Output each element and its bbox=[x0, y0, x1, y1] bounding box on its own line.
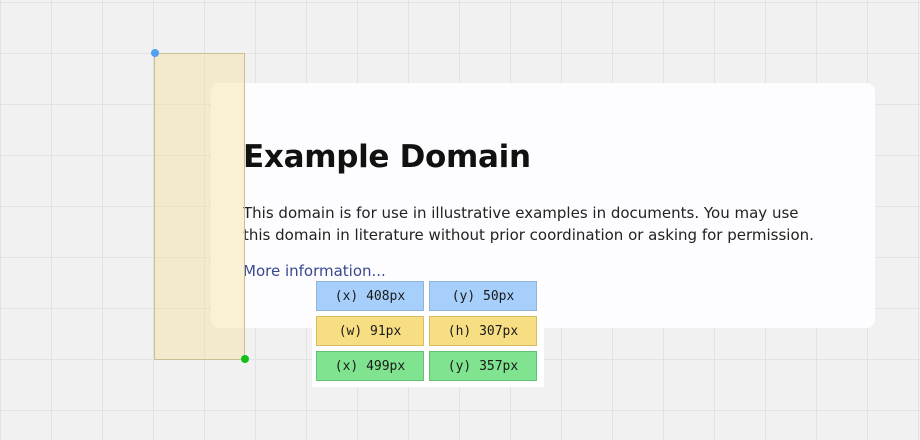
page-description: This domain is for use in illustrative e… bbox=[243, 204, 814, 244]
end-y-readout: (y) 357px bbox=[429, 351, 537, 381]
start-y-readout: (y) 50px bbox=[429, 281, 537, 311]
selection-end-handle[interactable] bbox=[241, 355, 249, 363]
selection-start-handle[interactable] bbox=[151, 49, 159, 57]
height-readout: (h) 307px bbox=[429, 316, 537, 346]
width-readout: (w) 91px bbox=[316, 316, 424, 346]
start-x-readout: (x) 408px bbox=[316, 281, 424, 311]
end-x-readout: (x) 499px bbox=[316, 351, 424, 381]
page-title: Example Domain bbox=[243, 139, 531, 175]
selection-rectangle[interactable] bbox=[154, 53, 245, 360]
measurement-readout: (x) 408px (y) 50px (w) 91px (h) 307px (x… bbox=[312, 279, 544, 387]
more-information-link[interactable]: More information... bbox=[243, 261, 386, 281]
